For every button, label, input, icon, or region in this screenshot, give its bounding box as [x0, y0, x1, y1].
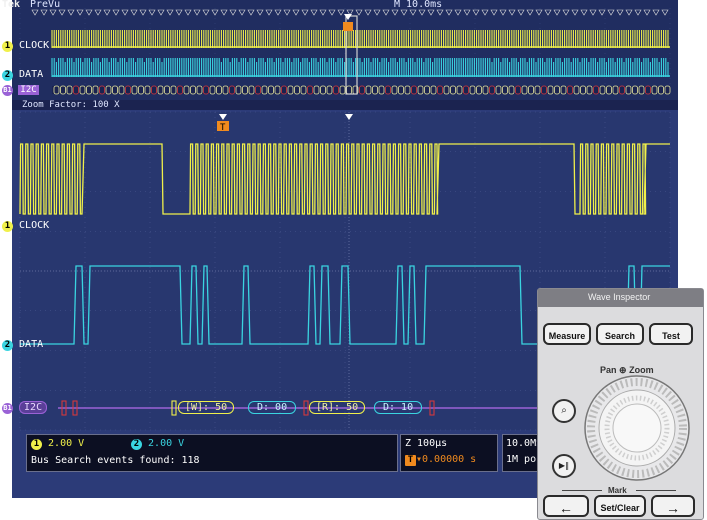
ch1-badge: 1 — [2, 41, 13, 52]
overview-ch1-label: 1 CLOCK — [2, 40, 49, 52]
measure-button[interactable]: Measure — [543, 323, 591, 345]
ch2-scale-badge: 2 — [131, 439, 142, 450]
ch2-scale-readout[interactable]: 2 2.00 V — [131, 438, 184, 450]
mark-divider-right — [636, 490, 676, 491]
ch1-scale-value: 2.00 V — [48, 438, 85, 449]
overview-ch1-name: CLOCK — [19, 40, 50, 51]
overview-bus-name: I2C — [18, 85, 39, 95]
trigger-position-value: ▾0.00000 s — [416, 454, 477, 465]
set-clear-mark-button[interactable]: Set/Clear — [594, 495, 646, 517]
wave-inspector-panel: Wave Inspector Measure Search Test Pan ⊕… — [537, 288, 704, 520]
acquisition-mode: PreVu — [30, 0, 61, 10]
timebase-readout: M 10.0ms — [394, 0, 443, 10]
main-ch2-name: DATA — [19, 339, 44, 350]
overview-bus-label: B1 I2C — [2, 85, 39, 96]
bus-packet-data-2[interactable]: D: 10 — [374, 401, 423, 414]
search-results-message: Bus Search events found: 118 — [31, 455, 200, 466]
bus-packet-read-address[interactable]: [R]: 50 — [309, 401, 366, 414]
ch1-scale-readout[interactable]: 1 2.00 V — [31, 438, 84, 450]
test-button[interactable]: Test — [649, 323, 693, 345]
ch2-marker: 2 — [2, 340, 13, 351]
pan-zoom-knob[interactable] — [582, 373, 692, 483]
overview-bus-waveform — [52, 85, 671, 95]
magnifier-icon[interactable]: ⌕ — [552, 399, 576, 423]
zoom-scale-value: Z 100µs — [405, 438, 448, 449]
svg-text:T: T — [220, 123, 226, 133]
overview-ch2-label: 2 DATA — [2, 69, 43, 81]
play-pause-icon[interactable]: ▶‖ — [552, 454, 576, 478]
panel-title: Wave Inspector — [588, 292, 651, 302]
bus-packet-data-1[interactable]: D: 00 — [248, 401, 297, 414]
main-ch1-name: CLOCK — [19, 220, 50, 231]
trigger-marker-overview[interactable] — [343, 22, 353, 31]
trigger-icon: T — [405, 455, 416, 466]
zoom-status-readout: Z 100µs T ▾0.00000 s — [400, 434, 498, 472]
ch2-badge: 2 — [2, 70, 13, 81]
trigger-position-readout: T ▾0.00000 s — [405, 454, 476, 466]
bus-badge: B1 — [2, 85, 13, 96]
main-ch2-label[interactable]: 2 DATA — [2, 339, 43, 351]
search-button[interactable]: Search — [596, 323, 644, 345]
overview-ch2-name: DATA — [19, 69, 44, 80]
previous-mark-button[interactable]: ← — [543, 495, 589, 517]
bus-marker: B1 — [2, 403, 13, 414]
bus-packet-write-address[interactable]: [W]: 50 — [178, 401, 235, 414]
main-ch1-label[interactable]: 1 CLOCK — [2, 220, 49, 232]
ch1-marker: 1 — [2, 221, 13, 232]
main-bus-label[interactable]: B1 I2C — [2, 401, 48, 414]
mark-divider-left — [562, 490, 602, 491]
next-mark-button[interactable]: → — [651, 495, 695, 517]
main-bus-name: I2C — [19, 401, 48, 414]
ch2-scale-value: 2.00 V — [148, 438, 185, 449]
ch1-scale-badge: 1 — [31, 439, 42, 450]
mark-label: Mark — [608, 486, 627, 495]
zoom-factor-label: Zoom Factor: 100 X — [22, 100, 120, 110]
channel-status-readout: 1 2.00 V 2 2.00 V Bus Search events foun… — [26, 434, 398, 472]
brand-logo: Tek — [2, 0, 21, 10]
